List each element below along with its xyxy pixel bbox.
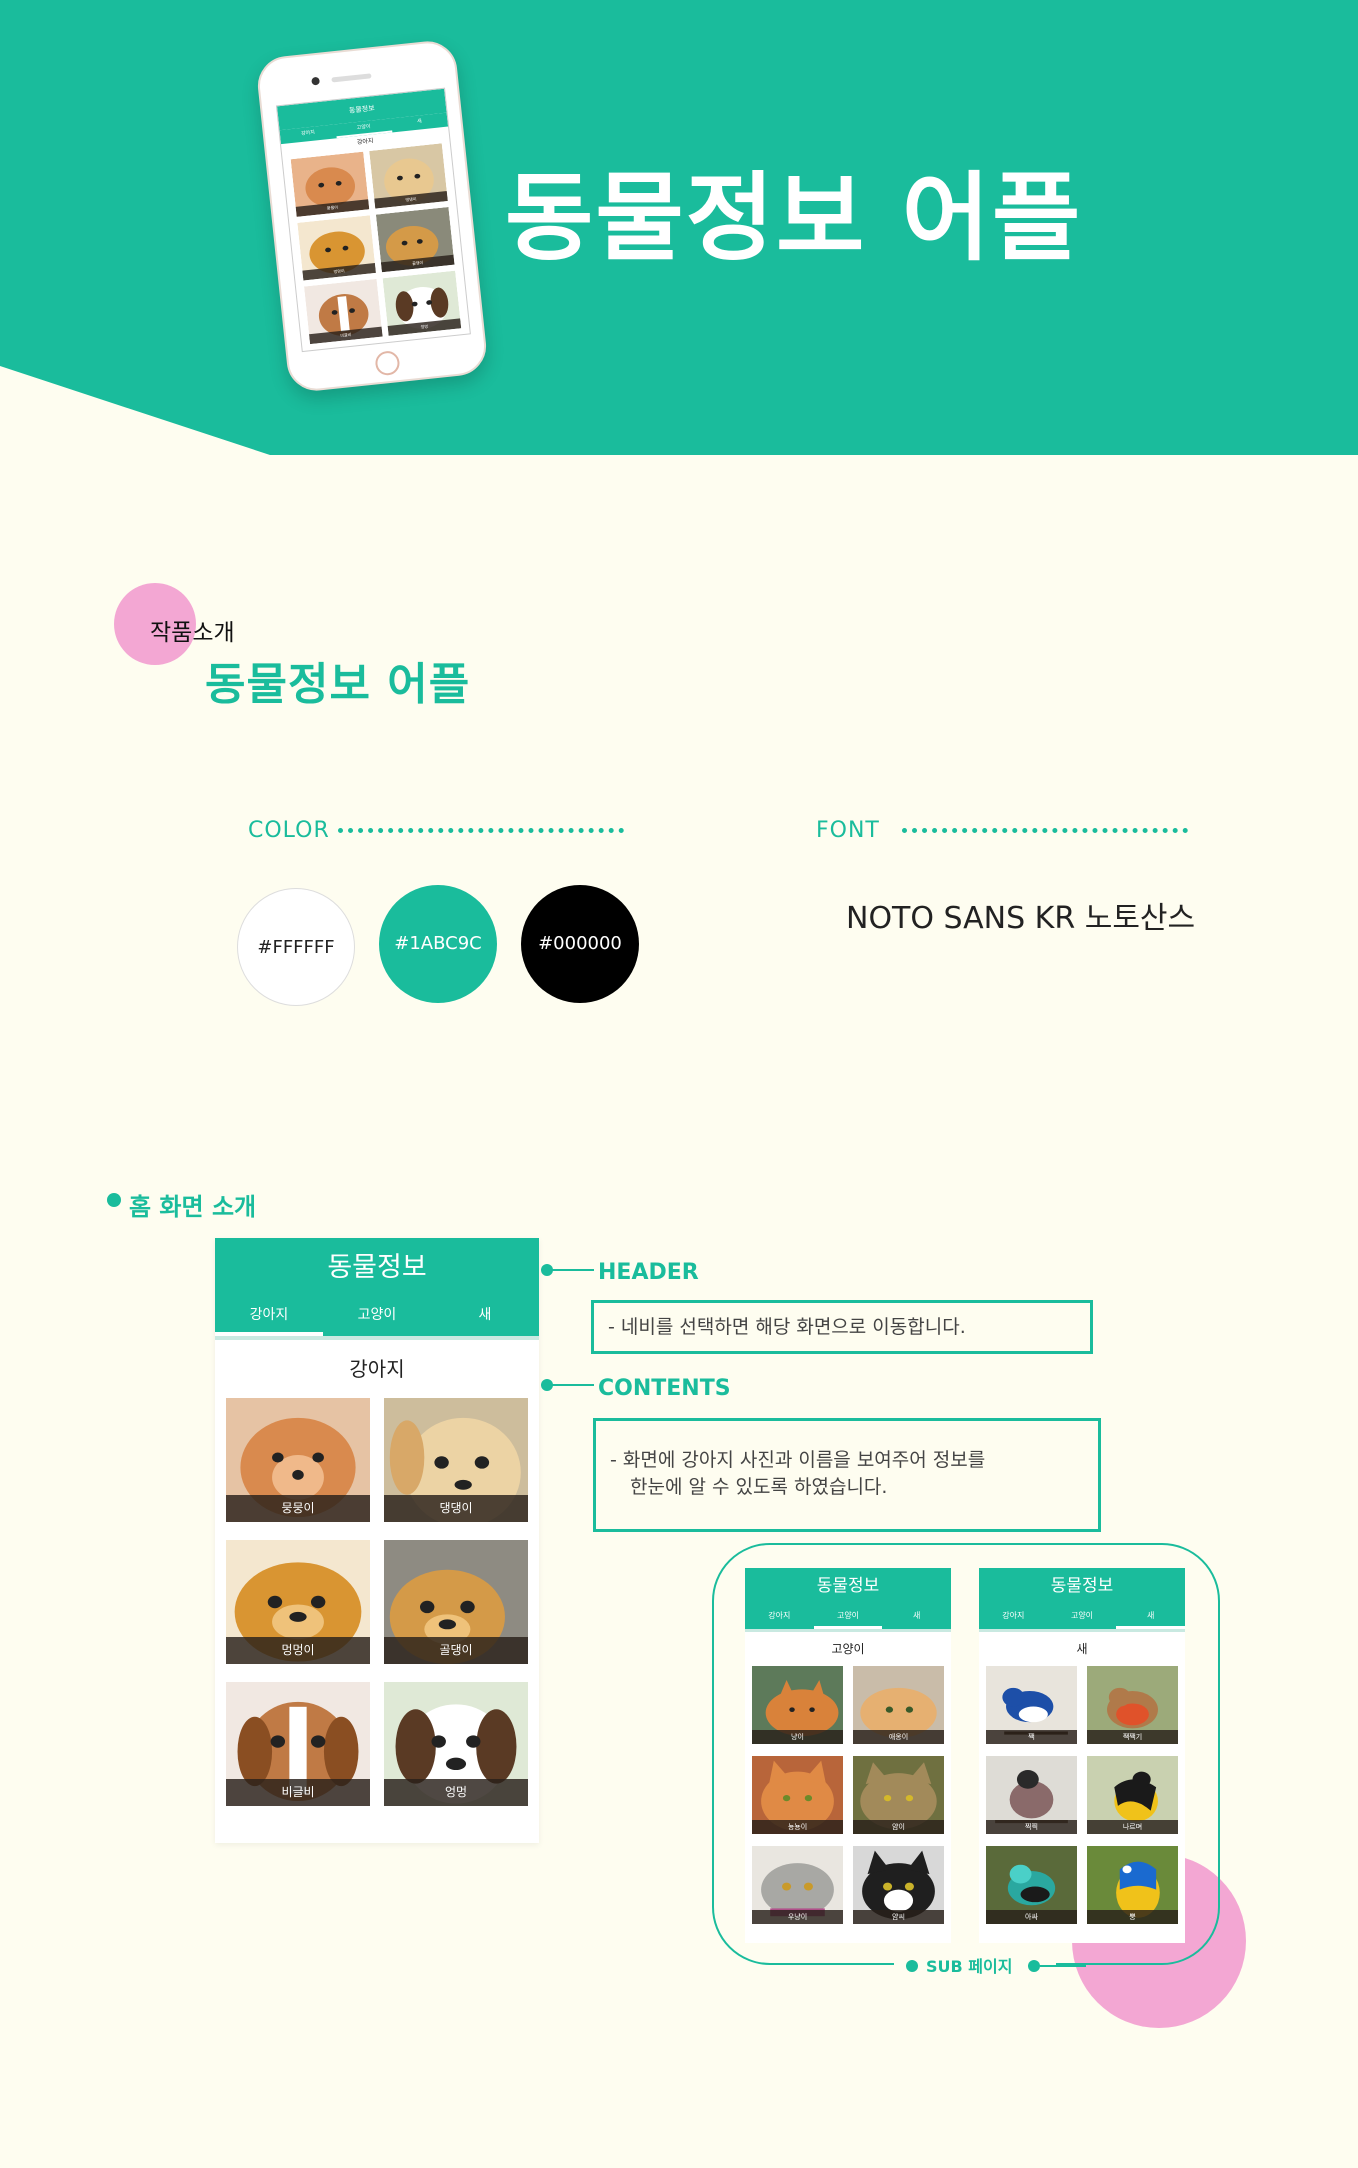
sub-connector-dot-right	[1028, 1960, 1040, 1972]
animal-card[interactable]: 댕댕이	[384, 1398, 528, 1522]
animal-name: 댕댕이	[384, 1495, 528, 1522]
cat-app-screen: 동물정보 강아지 고양이 새 고양이 냥이 애옹이 뇽뇽이 얌이 우냥이 얌씨	[745, 1568, 951, 1943]
animal-card[interactable]: 냥이	[752, 1666, 843, 1744]
sub-connector-line	[1040, 1965, 1086, 1967]
animal-card[interactable]: 멍멍이	[226, 1540, 370, 1664]
animal-grid: 짹 짹짹기 찍찍 나르며 아싸 뿡	[979, 1666, 1185, 1924]
bird-app-screen: 동물정보 강아지 고양이 새 새 짹 짹짹기 찍찍 나르며 아싸 뿡	[979, 1568, 1185, 1943]
animal-card[interactable]: 뿡	[1087, 1846, 1178, 1924]
animal-name: 비글비	[226, 1779, 370, 1806]
animal-name: 나르며	[1087, 1820, 1178, 1834]
animal-grid: 뭉뭉이 댕댕이 멍멍이 골댕이 비글비 엉멍	[282, 140, 469, 347]
animal-card[interactable]: 비글비	[303, 278, 383, 345]
app-header: 동물정보	[215, 1238, 539, 1298]
app-tabs: 강아지 고양이 새	[215, 1298, 539, 1336]
animal-grid: 뭉뭉이 댕댕이 멍멍이 골댕이 비글비 엉멍	[215, 1398, 539, 1806]
animal-grid: 냥이 애옹이 뇽뇽이 얌이 우냥이 얌씨	[745, 1666, 951, 1924]
animal-card[interactable]: 얌이	[853, 1756, 944, 1834]
animal-name: 뇽뇽이	[752, 1820, 843, 1834]
app-tabs: 강아지 고양이 새	[979, 1605, 1185, 1629]
animal-name: 멍멍이	[226, 1637, 370, 1664]
home-section-title: 홈 화면 소개	[129, 1193, 257, 1221]
font-dotted-line	[902, 828, 1188, 833]
phone-speaker	[331, 73, 372, 83]
animal-card[interactable]: 골댕이	[375, 206, 455, 273]
intro-title: 동물정보 어플	[205, 659, 471, 710]
animal-card[interactable]: 골댕이	[384, 1540, 528, 1664]
swatch-white: #FFFFFF	[237, 888, 355, 1006]
hero-phone-screen: 동물정보 강아지 고양이 새 강아지 뭉뭉이 댕댕이 멍멍이 골댕이 비글비 엉…	[275, 87, 471, 353]
color-dotted-line	[338, 828, 624, 833]
swatch-teal: #1ABC9C	[379, 885, 497, 1003]
animal-name: 아싸	[986, 1910, 1077, 1924]
animal-name: 찍찍	[986, 1820, 1077, 1834]
animal-card[interactable]: 엉멍	[384, 1682, 528, 1806]
tab-dog[interactable]: 강아지	[745, 1605, 814, 1629]
tab-cat[interactable]: 고양이	[323, 1298, 431, 1336]
swatch-black: #000000	[521, 885, 639, 1003]
font-sample: NOTO SANS KR 노토산스	[846, 901, 1196, 936]
phone-home-button	[374, 350, 401, 377]
contents-callout-box: - 화면에 강아지 사진과 이름을 보여주어 정보를 한눈에 알 수 있도록 하…	[593, 1418, 1101, 1532]
tab-dog[interactable]: 강아지	[215, 1298, 323, 1336]
animal-card[interactable]: 엉멍	[382, 270, 462, 336]
contents-callout-label: CONTENTS	[598, 1376, 731, 1401]
section-title: 고양이	[831, 1642, 865, 1656]
tab-bird[interactable]: 새	[882, 1605, 951, 1629]
animal-card[interactable]: 애옹이	[853, 1666, 944, 1744]
animal-card[interactable]: 뭉뭉이	[290, 151, 370, 217]
animal-name: 짹	[986, 1730, 1077, 1744]
animal-name: 뭉뭉이	[226, 1495, 370, 1522]
animal-card[interactable]: 얌씨	[853, 1846, 944, 1924]
animal-card[interactable]: 나르며	[1087, 1756, 1178, 1834]
animal-name: 엉멍	[384, 1779, 528, 1806]
animal-name: 냥이	[752, 1730, 843, 1744]
header-callout-box: - 네비를 선택하면 해당 화면으로 이동합니다.	[591, 1300, 1093, 1354]
contents-connector-line	[548, 1384, 594, 1386]
section-title: 새	[1076, 1642, 1088, 1656]
animal-name: 골댕이	[384, 1637, 528, 1664]
animal-card[interactable]: 뇽뇽이	[752, 1756, 843, 1834]
animal-card[interactable]: 뭉뭉이	[226, 1398, 370, 1522]
animal-card[interactable]: 찍찍	[986, 1756, 1077, 1834]
animal-card[interactable]: 짹짹기	[1087, 1666, 1178, 1744]
sub-connector-dot-left	[906, 1960, 918, 1972]
animal-card[interactable]: 아싸	[986, 1846, 1077, 1924]
sub-page-label: SUB 페이지	[926, 1957, 1013, 1976]
header-callout-label: HEADER	[598, 1260, 699, 1285]
animal-name: 짹짹기	[1087, 1730, 1178, 1744]
animal-card[interactable]: 멍멍이	[297, 215, 376, 281]
animal-card[interactable]: 비글비	[226, 1682, 370, 1806]
color-section-label: COLOR	[248, 818, 330, 843]
contents-text-line-1: - 화면에 강아지 사진과 이름을 보여주어 정보를	[610, 1449, 986, 1471]
animal-card[interactable]: 우냥이	[752, 1846, 843, 1924]
header-connector-line	[548, 1269, 594, 1271]
animal-name: 우냥이	[752, 1910, 843, 1924]
intro-label: 작품소개	[150, 620, 235, 646]
animal-card[interactable]: 댕댕이	[369, 143, 448, 209]
tab-dog[interactable]: 강아지	[979, 1605, 1048, 1629]
font-section-label: FONT	[816, 818, 880, 843]
animal-name: 얌씨	[853, 1910, 944, 1924]
tab-bird[interactable]: 새	[1116, 1605, 1185, 1629]
tab-cat[interactable]: 고양이	[813, 1605, 883, 1629]
animal-name: 애옹이	[853, 1730, 944, 1744]
contents-text-line-2: 한눈에 알 수 있도록 하였습니다.	[630, 1476, 888, 1498]
phone-camera	[311, 76, 320, 86]
home-app-screen: 동물정보 강아지 고양이 새 강아지 뭉뭉이 댕댕이 멍멍이 골댕이 비글비 엉…	[215, 1238, 539, 1843]
home-bullet-dot	[107, 1193, 121, 1207]
app-header: 동물정보	[745, 1568, 951, 1605]
animal-name: 뿡	[1087, 1910, 1178, 1924]
animal-name: 얌이	[853, 1820, 944, 1834]
section-title: 강아지	[349, 1357, 405, 1381]
animal-card[interactable]: 짹	[986, 1666, 1077, 1744]
tab-cat[interactable]: 고양이	[1048, 1605, 1117, 1629]
hero-title: 동물정보 어플	[505, 162, 1083, 274]
app-tabs: 강아지 고양이 새	[745, 1605, 951, 1629]
app-header: 동물정보	[979, 1568, 1185, 1605]
tab-bird[interactable]: 새	[431, 1298, 539, 1336]
hero-phone-mockup: 동물정보 강아지 고양이 새 강아지 뭉뭉이 댕댕이 멍멍이 골댕이 비글비 엉…	[254, 38, 490, 394]
